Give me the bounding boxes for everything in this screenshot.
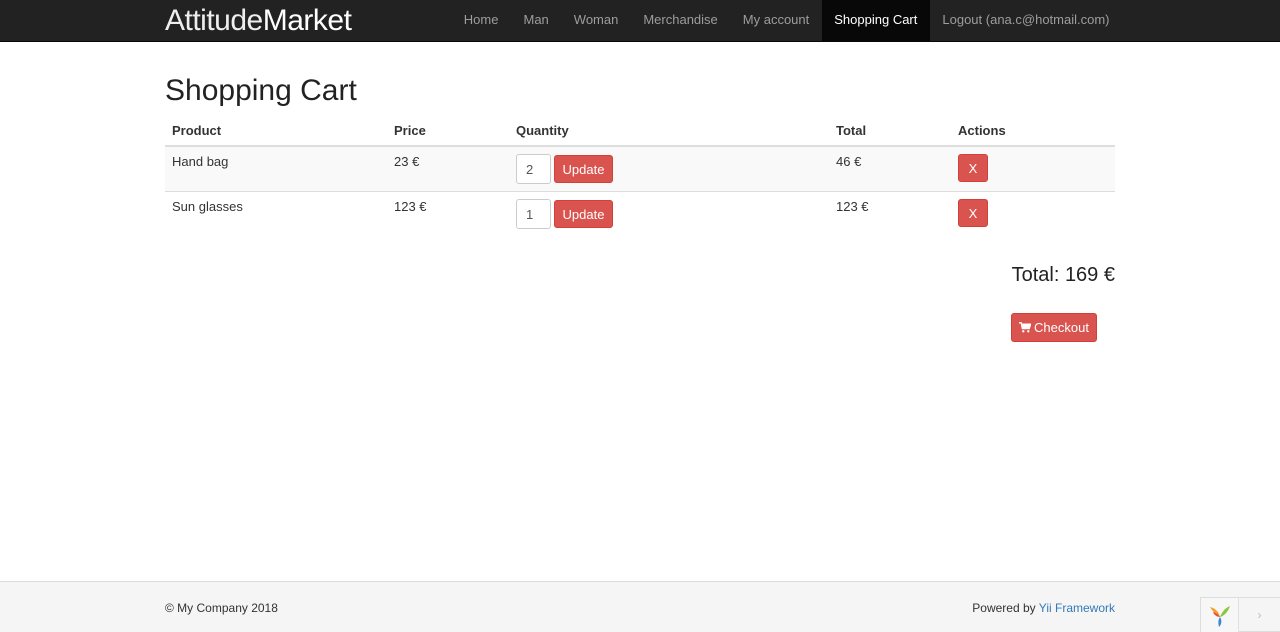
actions-cell: X — [951, 145, 1115, 192]
product-name: Hand bag — [165, 145, 387, 192]
remove-button[interactable]: X — [958, 199, 988, 227]
cart-table: Product Price Quantity Total Actions Han… — [165, 115, 1115, 236]
quantity-cell: Update — [509, 145, 829, 192]
quantity-cell: Update — [509, 191, 829, 236]
debug-toolbar[interactable]: › — [1200, 597, 1280, 632]
checkout-button[interactable]: Checkout — [1011, 313, 1097, 342]
row-total: 123 € — [829, 191, 951, 236]
nav-woman[interactable]: Woman — [561, 0, 631, 41]
nav-merchandise[interactable]: Merchandise — [631, 0, 730, 41]
update-button[interactable]: Update — [554, 200, 613, 228]
cart-total: Total: 169 € — [1011, 264, 1115, 286]
nav-home[interactable]: Home — [451, 0, 511, 41]
page-title: Shopping Cart — [165, 74, 357, 107]
quantity-form: Update — [516, 199, 822, 229]
powered-by: Powered by Yii Framework — [972, 601, 1115, 615]
quantity-form: Update — [516, 154, 822, 184]
yii-framework-link[interactable]: Yii Framework — [1039, 601, 1115, 615]
product-price: 123 € — [387, 191, 509, 236]
quantity-input[interactable] — [516, 199, 551, 229]
product-name: Sun glasses — [165, 191, 387, 236]
row-total: 46 € — [829, 145, 951, 192]
update-button[interactable]: Update — [554, 155, 613, 183]
yii-logo-icon[interactable] — [1201, 598, 1239, 632]
yii-logo-icon-graphic — [1209, 606, 1230, 627]
quantity-input[interactable] — [516, 154, 551, 184]
shopping-cart-icon — [1019, 322, 1032, 333]
column-quantity: Quantity — [509, 115, 829, 147]
checkout-label: Checkout — [1034, 320, 1089, 335]
nav-my-account[interactable]: My account — [730, 0, 821, 41]
table-row: Sun glasses 123 € Update 123 € X — [165, 191, 1115, 236]
column-actions: Actions — [951, 115, 1115, 147]
nav-shopping-cart[interactable]: Shopping Cart — [821, 0, 930, 41]
main-nav: Home Man Woman Merchandise My account Sh… — [451, 0, 1122, 42]
nav-man[interactable]: Man — [511, 0, 561, 41]
brand-logo[interactable]: AttitudeMarket — [165, 4, 352, 38]
footer: © My Company 2018 Powered by Yii Framewo… — [0, 581, 1280, 632]
column-product: Product — [165, 115, 387, 147]
table-row: Hand bag 23 € Update 46 € X — [165, 145, 1115, 192]
copyright: © My Company 2018 — [165, 601, 278, 615]
actions-cell: X — [951, 191, 1115, 236]
nav-logout[interactable]: Logout (ana.c@hotmail.com) — [930, 0, 1122, 41]
chevron-right-icon[interactable]: › — [1239, 598, 1280, 631]
column-price: Price — [387, 115, 509, 147]
remove-button[interactable]: X — [958, 154, 988, 182]
column-total: Total — [829, 115, 951, 147]
table-header-row: Product Price Quantity Total Actions — [165, 115, 1115, 147]
navbar: AttitudeMarket Home Man Woman Merchandis… — [0, 0, 1280, 42]
product-price: 23 € — [387, 145, 509, 192]
